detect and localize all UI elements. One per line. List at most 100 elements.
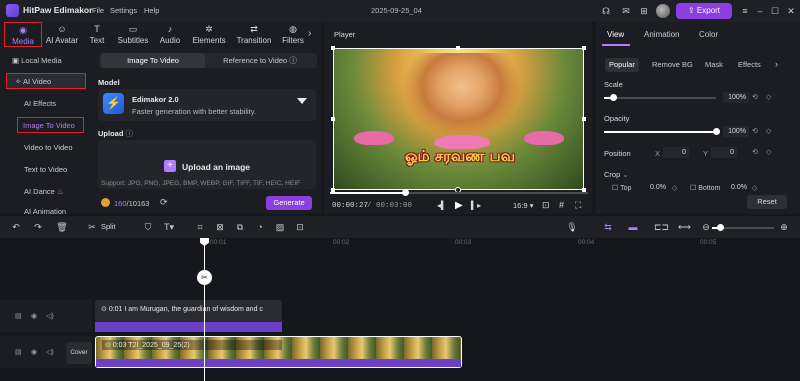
generate-button[interactable]: Generate <box>266 196 312 210</box>
tab-view[interactable]: View <box>607 30 624 39</box>
crop-top-value[interactable]: 0.0% <box>650 184 666 191</box>
refresh-icon[interactable]: ⟳ <box>160 197 168 208</box>
maximize-icon[interactable]: ☐ <box>769 5 781 17</box>
undo-icon[interactable]: ↶ <box>10 221 22 233</box>
microphone-icon[interactable]: 🎙 <box>566 221 578 233</box>
shield-icon[interactable]: ⛉ <box>142 221 154 233</box>
gift-icon[interactable]: ⊞ <box>638 5 650 17</box>
play-icon[interactable]: ▶ <box>455 200 463 211</box>
grid-icon[interactable]: # <box>559 200 564 210</box>
reset-icon[interactable]: ⟲ <box>752 127 758 135</box>
crop-bottom-value[interactable]: 0.0% <box>731 184 747 191</box>
resize-handle-l[interactable] <box>331 117 335 121</box>
sidebar-item-video-to-video[interactable]: Video to Video <box>0 140 92 156</box>
feedback-icon[interactable]: ✉ <box>620 5 632 17</box>
sidebar-item-ai-effects[interactable]: AI Effects <box>0 96 92 112</box>
delete-icon[interactable]: 🗑 <box>56 221 68 233</box>
speed-icon[interactable]: ◔ <box>254 221 266 233</box>
avatar[interactable] <box>656 4 670 18</box>
reset-icon[interactable]: ⟲ <box>752 148 758 156</box>
next-frame-icon[interactable]: ▍▸ <box>471 201 481 210</box>
position-y-field[interactable]: 0 <box>711 147 737 158</box>
reset-button[interactable]: Reset <box>747 195 787 209</box>
track-audio-icon[interactable]: ◁) <box>46 348 54 356</box>
split-label[interactable]: Split <box>101 222 116 231</box>
subtab-mask[interactable]: Mask <box>701 58 727 72</box>
close-icon[interactable]: ✕ <box>785 5 797 17</box>
tab-subtitles[interactable]: ▭ Subtitles <box>114 22 152 47</box>
track-lock-icon[interactable]: ▤ <box>15 348 22 356</box>
menu-help[interactable]: Help <box>144 6 159 15</box>
playhead[interactable] <box>204 238 205 381</box>
menu-file[interactable]: File <box>92 6 104 15</box>
keyframe-icon[interactable]: ◇ <box>672 184 677 192</box>
sidebar-item-ai-animation[interactable]: AI Animation <box>0 205 92 214</box>
resize-handle-tl[interactable] <box>331 46 335 50</box>
link-icon[interactable]: ⇆ <box>602 221 614 233</box>
resize-handle-tr[interactable] <box>582 46 586 50</box>
crop-icon[interactable]: ⌗ <box>194 221 206 233</box>
fit-icon[interactable]: ⊏⊐ <box>654 221 669 233</box>
export-button[interactable]: ⇪ Export <box>676 3 732 19</box>
subtab-remove-bg[interactable]: Remove BG <box>648 58 697 72</box>
transform-icon[interactable]: ⧉ <box>234 221 246 233</box>
record-screen-icon[interactable]: ⊡ <box>294 221 306 233</box>
tab-image-to-video[interactable]: Image To Video <box>101 53 205 68</box>
text-tool-icon[interactable]: T▾ <box>163 221 175 233</box>
image-icon[interactable]: ▨ <box>274 221 286 233</box>
cover-button[interactable]: Cover <box>66 342 92 364</box>
track-visibility-icon[interactable]: ◉ <box>31 312 37 320</box>
chevron-down-icon[interactable]: ⌄ <box>622 170 628 179</box>
minimize-icon[interactable]: – <box>754 5 766 17</box>
chevron-down-icon[interactable] <box>297 98 307 104</box>
tab-color[interactable]: Color <box>699 30 718 39</box>
upload-button[interactable]: Upload an image <box>182 162 250 172</box>
tab-filters[interactable]: ◍ Filters <box>279 22 307 47</box>
chevron-right-icon[interactable]: › <box>775 59 778 69</box>
tab-text[interactable]: T Text <box>84 22 110 47</box>
resize-handle-r[interactable] <box>582 117 586 121</box>
freeze-icon[interactable]: ⊠ <box>214 221 226 233</box>
keyframe-icon[interactable]: ◇ <box>766 127 771 135</box>
menu-settings[interactable]: Settings <box>110 6 137 15</box>
track-toggle-icon[interactable]: ▬ <box>627 221 639 233</box>
aspect-ratio-select[interactable]: 16:9 ▾ <box>513 201 533 210</box>
video-preview[interactable]: ஓம் சரவண பவ <box>333 48 584 190</box>
position-x-field[interactable]: 0 <box>663 147 689 158</box>
player-progress-knob[interactable] <box>401 189 409 196</box>
tab-reference-to-video[interactable]: Reference to Video ⓘ <box>210 53 310 68</box>
reset-icon[interactable]: ⟲ <box>752 93 758 101</box>
keyframe-icon[interactable]: ◇ <box>752 184 757 192</box>
split-icon[interactable]: ✂ <box>86 221 98 233</box>
zoom-in-icon[interactable]: ⊕ <box>778 221 790 233</box>
subtab-popular[interactable]: Popular <box>605 58 639 72</box>
track-audio-icon[interactable]: ◁) <box>46 312 54 320</box>
headset-icon[interactable]: ☊ <box>600 5 612 17</box>
track-lock-icon[interactable]: ▤ <box>15 312 22 320</box>
resize-handle-t[interactable] <box>456 46 460 50</box>
video-overlay-text[interactable]: ஓம் சரவண பவ <box>370 147 550 167</box>
scale-slider[interactable] <box>604 97 716 99</box>
keyframe-icon[interactable]: ◇ <box>766 148 771 156</box>
scissor-icon[interactable]: ✂ <box>197 270 212 285</box>
keyframe-icon[interactable]: ◇ <box>766 93 771 101</box>
sidebar-item-text-to-video[interactable]: Text to Video <box>0 162 92 178</box>
tab-audio[interactable]: ♪ Audio <box>156 22 184 47</box>
zoom-out-icon[interactable]: ⊖ <box>700 221 712 233</box>
sidebar-item-ai-video[interactable]: ✧ AI Video <box>6 73 86 89</box>
zoom-slider-knob[interactable] <box>717 224 724 231</box>
subtab-effects[interactable]: Effects <box>734 58 765 72</box>
fullscreen-icon[interactable]: ⛶ <box>575 200 581 211</box>
redo-icon[interactable]: ↷ <box>32 221 44 233</box>
prev-frame-icon[interactable]: ◂▍ <box>437 201 447 210</box>
sidebar-item-ai-dance[interactable]: AI Dance ♨ <box>0 184 92 200</box>
track-visibility-icon[interactable]: ◉ <box>31 348 37 356</box>
opacity-slider-knob[interactable] <box>713 128 720 135</box>
menu-icon[interactable]: ≡ <box>739 5 751 17</box>
scale-slider-knob[interactable] <box>609 94 617 101</box>
tab-ai-avatar[interactable]: ☺ AI Avatar <box>44 22 80 47</box>
tab-elements[interactable]: ✲ Elements <box>189 22 229 47</box>
tab-media[interactable]: ◉ Media <box>4 22 42 47</box>
scale-value-field[interactable]: 100% <box>723 92 749 103</box>
snapshot-icon[interactable]: ⊡ <box>542 200 550 211</box>
